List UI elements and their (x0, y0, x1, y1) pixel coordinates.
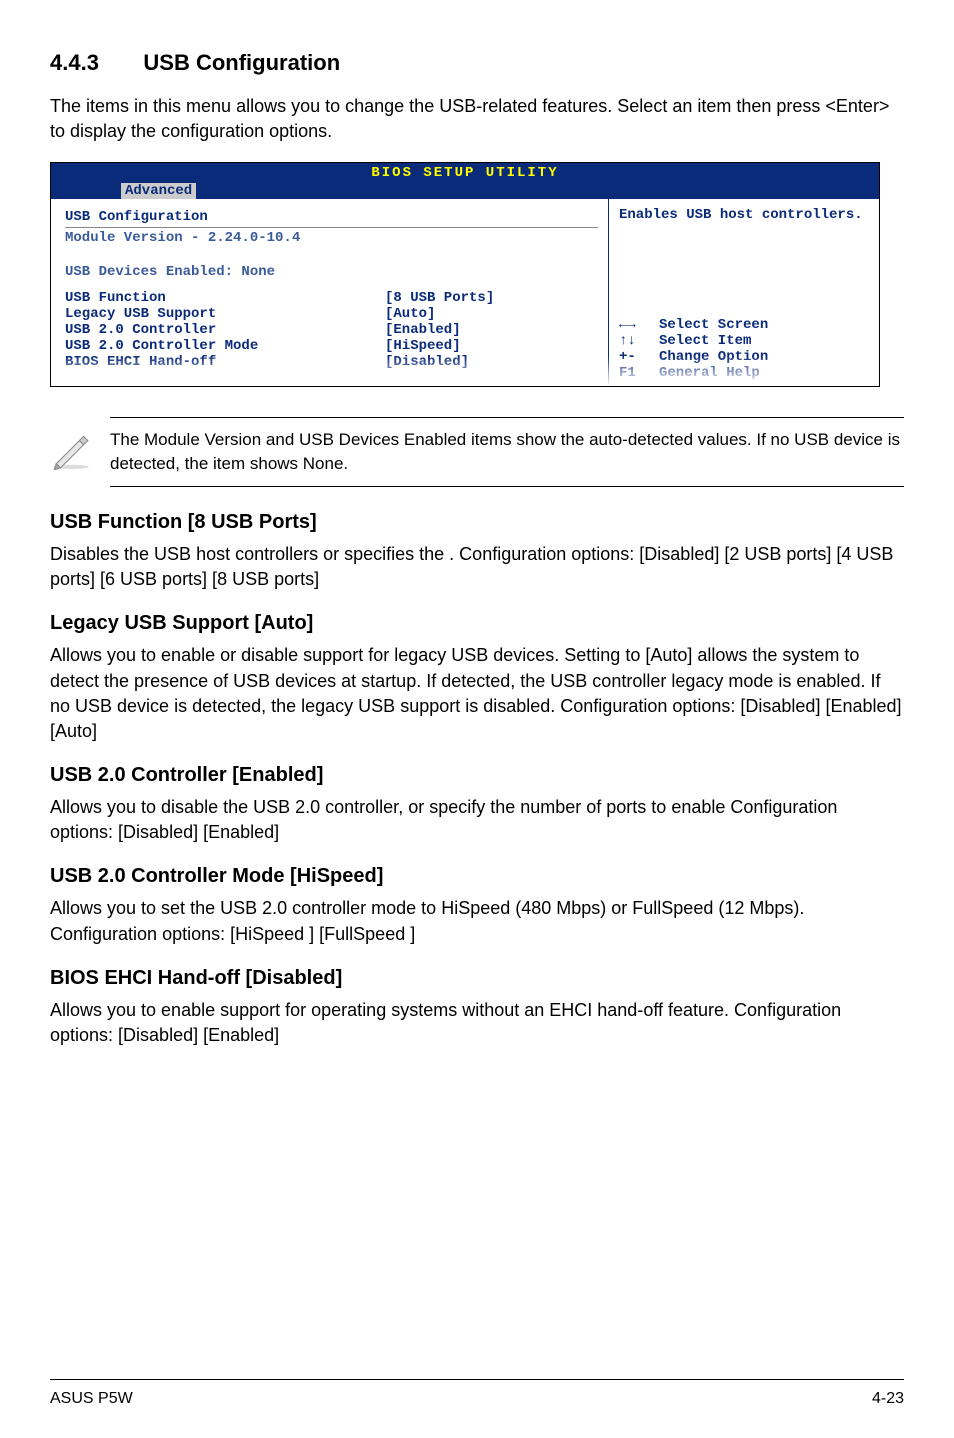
bios-left-title: USB Configuration (65, 207, 598, 227)
sub-heading: Legacy USB Support [Auto] (50, 612, 904, 635)
bios-nav-label: Select Item (659, 333, 869, 349)
sub-heading: BIOS EHCI Hand-off [Disabled] (50, 967, 904, 990)
bios-nav-key: +- (619, 349, 659, 365)
section-title: USB Configuration (143, 50, 340, 76)
bios-option-value: [HiSpeed] (385, 338, 461, 354)
bios-option-row: USB 2.0 Controller Mode [HiSpeed] (65, 338, 598, 354)
subsection: USB Function [8 USB Ports] Disables the … (50, 511, 904, 592)
bios-screenshot: BIOS SETUP UTILITY Advanced USB Configur… (50, 162, 880, 387)
bios-nav-key: ↑↓ (619, 333, 659, 349)
bios-nav-help: ←→ Select Screen ↑↓ Select Item +- Chang… (619, 317, 869, 381)
note-box: The Module Version and USB Devices Enabl… (110, 417, 904, 487)
bios-nav-key: ←→ (619, 317, 659, 333)
footer-left: ASUS P5W (50, 1390, 133, 1408)
note-text: The Module Version and USB Devices Enabl… (110, 428, 904, 476)
sub-heading: USB Function [8 USB Ports] (50, 511, 904, 534)
bios-option-value: [Disabled] (385, 354, 469, 370)
sub-text: Allows you to enable or disable support … (50, 643, 904, 744)
bios-nav-label: Select Screen (659, 317, 869, 333)
bios-help-text: Enables USB host controllers. (619, 207, 869, 223)
footer-right: 4-23 (872, 1390, 904, 1408)
sub-text: Allows you to enable support for operati… (50, 998, 904, 1048)
bios-option-label: USB 2.0 Controller (65, 322, 385, 338)
subsection: USB 2.0 Controller Mode [HiSpeed] Allows… (50, 865, 904, 946)
bios-option-row: Legacy USB Support [Auto] (65, 306, 598, 322)
bios-tab-advanced: Advanced (121, 183, 196, 199)
sub-text: Disables the USB host controllers or spe… (50, 542, 904, 592)
subsection: Legacy USB Support [Auto] Allows you to … (50, 612, 904, 744)
bios-option-label: Legacy USB Support (65, 306, 385, 322)
page-footer: ASUS P5W 4-23 (50, 1379, 904, 1408)
bios-option-row: USB 2.0 Controller [Enabled] (65, 322, 598, 338)
subsection: BIOS EHCI Hand-off [Disabled] Allows you… (50, 967, 904, 1048)
bios-option-label: USB 2.0 Controller Mode (65, 338, 385, 354)
bios-left-panel: USB Configuration Module Version - 2.24.… (51, 199, 609, 386)
bios-devices-enabled: USB Devices Enabled: None (65, 254, 598, 290)
bios-option-row: BIOS EHCI Hand-off [Disabled] (65, 354, 598, 370)
bios-option-value: [8 USB Ports] (385, 290, 494, 306)
bios-right-panel: Enables USB host controllers. ←→ Select … (609, 199, 879, 386)
bios-option-label: BIOS EHCI Hand-off (65, 354, 385, 370)
sub-text: Allows you to disable the USB 2.0 contro… (50, 795, 904, 845)
bios-nav-label: General Help (659, 365, 869, 381)
sub-heading: USB 2.0 Controller [Enabled] (50, 764, 904, 787)
pencil-icon (50, 428, 110, 475)
bios-nav-label: Change Option (659, 349, 869, 365)
bios-option-value: [Enabled] (385, 322, 461, 338)
bios-option-label: USB Function (65, 290, 385, 306)
bios-module-version: Module Version - 2.24.0-10.4 (65, 227, 598, 254)
sub-heading: USB 2.0 Controller Mode [HiSpeed] (50, 865, 904, 888)
bios-option-value: [Auto] (385, 306, 435, 322)
bios-option-row: USB Function [8 USB Ports] (65, 290, 598, 306)
bios-tabbar: Advanced (51, 183, 879, 199)
subsection: USB 2.0 Controller [Enabled] Allows you … (50, 764, 904, 845)
section-number: 4.4.3 (50, 50, 99, 76)
intro-text: The items in this menu allows you to cha… (50, 94, 904, 144)
bios-nav-key: F1 (619, 365, 659, 381)
bios-header: BIOS SETUP UTILITY (51, 163, 879, 183)
sub-text: Allows you to set the USB 2.0 controller… (50, 896, 904, 946)
